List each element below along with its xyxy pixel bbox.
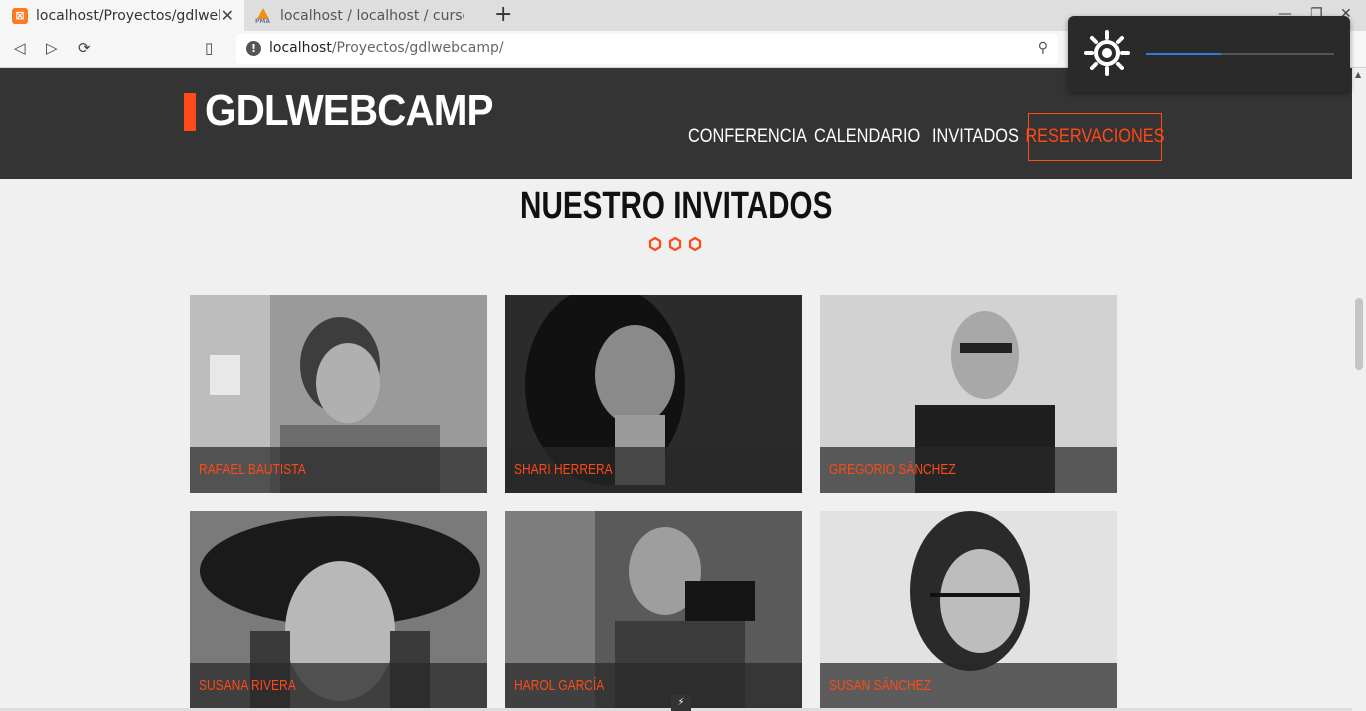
guest-name: HAROL GARCÍA [514,677,605,694]
reload-icon[interactable]: ⟳ [78,39,91,57]
guest-name: SHARI HERRERA [514,461,613,478]
guest-card[interactable]: RAFAEL BAUTISTA [190,295,487,493]
guest-name: SUSANA RIVERA [199,677,296,694]
guest-card[interactable]: GREGORIO SÁNCHEZ [820,295,1117,493]
forward-icon[interactable]: ▷ [46,39,58,57]
tab-gdlwebcamp[interactable]: ⊠ localhost/Proyectos/gdlwebc ✕ [0,0,244,31]
phpmyadmin-icon: PMA [254,7,272,25]
guest-caption: HAROL GARCÍA [505,663,802,709]
guest-card[interactable]: SHARI HERRERA [505,295,802,493]
brightness-slider[interactable] [1146,53,1334,55]
bookmark-icon[interactable]: ▯ [205,39,213,57]
page-scrollbar[interactable]: ▲ [1352,68,1366,711]
logo-accent-bar [184,93,196,131]
site-logo[interactable]: GDLWEBCAMP [205,86,494,136]
brightness-slider-fill [1146,53,1222,55]
xampp-icon: ⊠ [12,7,28,24]
guest-caption: SUSAN SÁNCHEZ [820,663,1117,709]
plugin-icon[interactable]: ⚡ [671,695,691,711]
brightness-icon [1084,30,1130,76]
guest-caption: GREGORIO SÁNCHEZ [820,447,1117,493]
brightness-popup [1068,16,1350,92]
guest-card[interactable]: HAROL GARCÍA [505,511,802,709]
tab-title: localhost/Proyectos/gdlwebc [36,7,220,24]
close-tab-icon[interactable]: ✕ [221,6,234,25]
zoom-icon[interactable]: ⚲ [1038,40,1048,56]
scroll-thumb[interactable] [1355,298,1363,370]
guest-card[interactable]: SUSAN SÁNCHEZ [820,511,1117,709]
nav-reservaciones[interactable]: RESERVACIONES [1025,113,1165,161]
guest-caption: SUSANA RIVERA [190,663,487,709]
guest-card[interactable]: SUSANA RIVERA [190,511,487,709]
guest-caption: RAFAEL BAUTISTA [190,447,487,493]
guest-caption: SHARI HERRERA [505,447,802,493]
info-icon[interactable]: ! [246,41,261,56]
new-tab-button[interactable]: + [494,4,512,26]
guest-name: GREGORIO SÁNCHEZ [829,461,956,478]
hexagon-divider-icon [648,236,702,252]
nav-conferencia[interactable]: CONFERENCIA [688,113,826,161]
nav-invitados[interactable]: INVITADOS [932,113,1033,161]
tab-phpmyadmin[interactable]: PMA localhost / localhost / cursosnu [248,0,484,31]
nav-calendario[interactable]: CALENDARIO [814,113,938,161]
section-title: NUESTRO INVITADOS [519,185,833,227]
tab-title: localhost / localhost / cursosnu [280,7,464,24]
address-bar[interactable]: ! localhost/Proyectos/gdlwebcamp/ ⚲ [236,34,1058,64]
guest-name: SUSAN SÁNCHEZ [829,677,932,694]
guest-name: RAFAEL BAUTISTA [199,461,306,478]
scroll-up-icon[interactable]: ▲ [1355,70,1361,79]
url-text[interactable]: localhost/Proyectos/gdlwebcamp/ [269,40,504,56]
back-icon[interactable]: ◁ [14,39,26,57]
